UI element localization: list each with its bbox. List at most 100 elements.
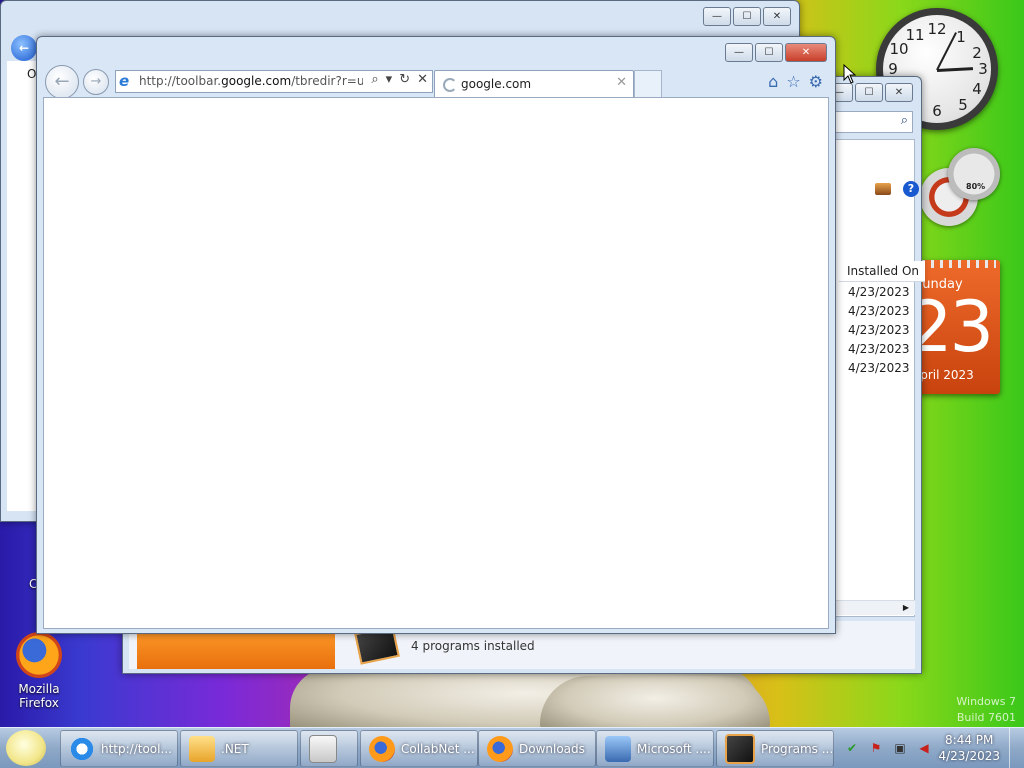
stop-icon[interactable]: ✕: [417, 72, 428, 87]
security-icon[interactable]: ✔: [844, 740, 860, 756]
taskbar-item-dotnet[interactable]: .NET: [180, 730, 298, 767]
search-icon[interactable]: ⌕: [371, 72, 378, 87]
loading-icon: [443, 78, 457, 92]
taskbar-item-label: CollabNet ...: [401, 741, 475, 756]
clock-date: 4/23/2023: [938, 749, 1000, 763]
taskbar-clock[interactable]: 8:44 PM 4/23/2023: [938, 732, 1000, 764]
clock-number: 1: [956, 28, 966, 46]
taskbar-item-programs[interactable]: Programs ...: [716, 730, 834, 767]
calendar-day: 23: [918, 286, 994, 368]
clock-number: 4: [972, 80, 982, 98]
forward-button[interactable]: →: [83, 69, 109, 95]
network-icon[interactable]: ▣: [892, 740, 908, 756]
details-banner: [137, 629, 335, 669]
mouse-cursor-icon: [843, 64, 857, 84]
volume-muted-icon[interactable]: ◀: [916, 740, 932, 756]
wallpaper-shape-2: [540, 676, 770, 732]
taskbar-item-collabnet[interactable]: CollabNet ...: [360, 730, 478, 767]
column-header-installed-on[interactable]: Installed On: [839, 261, 925, 282]
nav-buttons: ← →: [45, 65, 109, 99]
table-cell-date: 4/23/2023: [848, 285, 910, 299]
taskbar-item-label: Downloads: [519, 741, 585, 756]
minimize-button[interactable]: —: [703, 7, 731, 26]
calendar-month: April 2023: [918, 368, 974, 382]
refresh-icon[interactable]: ↻: [399, 72, 410, 87]
close-button[interactable]: ✕: [785, 43, 827, 62]
maximize-button[interactable]: ☐: [755, 43, 783, 62]
browser-toolbar-right: ⌂ ☆ ⚙: [768, 72, 823, 91]
tab-close-icon[interactable]: ✕: [616, 75, 627, 90]
taskbar-item-label: Microsoft ....: [637, 741, 711, 756]
taskbar-item-microsoft[interactable]: Microsoft ....: [596, 730, 714, 767]
tab-title: google.com: [461, 77, 532, 91]
address-tools: ⌕ ▾ ↻ ✕: [371, 72, 428, 87]
favorites-icon[interactable]: ☆: [786, 72, 800, 91]
taskbar-item-label: Programs ...: [761, 741, 834, 756]
start-button[interactable]: [6, 730, 46, 766]
status-text: 4 programs installed: [411, 639, 535, 653]
clock-hour-hand: [936, 67, 974, 72]
table-cell-date: 4/23/2023: [848, 342, 910, 356]
table-cell-date: 4/23/2023: [848, 361, 910, 375]
firefox-icon: [487, 735, 513, 762]
programs-toolbar: ?: [829, 173, 929, 205]
calendar-gadget[interactable]: Sunday 23 April 2023: [918, 260, 1000, 394]
media-player-icon: [309, 734, 337, 763]
browser-window[interactable]: — ☐ ✕ ← → e http://toolbar.google.com/tb…: [36, 36, 836, 634]
tab-google[interactable]: google.com ✕: [434, 70, 634, 97]
new-tab-button[interactable]: [634, 70, 662, 97]
desktop-icon-label: Mozilla Firefox: [18, 682, 60, 710]
back-arrow-icon[interactable]: ←: [11, 35, 37, 61]
clock-number: 3: [978, 60, 988, 78]
view-options-icon[interactable]: [875, 183, 891, 195]
clock-number: 11: [905, 26, 925, 44]
page-content[interactable]: [43, 97, 829, 629]
taskbar-item-downloads[interactable]: Downloads: [478, 730, 596, 767]
dropdown-icon[interactable]: ▾: [386, 72, 393, 87]
url-suffix: /tbredir?r=uin&: [291, 74, 363, 88]
control-panel-icon: [725, 733, 755, 764]
firefox-icon: [369, 735, 395, 762]
clock-number: 6: [932, 102, 942, 120]
action-center-icon[interactable]: ⚑: [868, 740, 884, 756]
minimize-button[interactable]: —: [725, 43, 753, 62]
home-icon[interactable]: ⌂: [768, 72, 778, 91]
watermark-line-2: Build 7601: [956, 711, 1016, 724]
taskbar-item-browser[interactable]: http://tool...: [60, 730, 178, 767]
help-icon[interactable]: ?: [903, 181, 919, 197]
address-bar[interactable]: e http://toolbar.google.com/tbredir?r=ui…: [115, 70, 433, 93]
taskbar-item-label: http://tool...: [101, 741, 172, 756]
desktop-icon-firefox[interactable]: Mozilla Firefox: [4, 632, 74, 710]
url-prefix: http://toolbar.: [139, 74, 222, 88]
cpu-meter-gadget[interactable]: 80%: [920, 148, 1000, 230]
clock-number: 5: [958, 96, 968, 114]
taskbar-item-label: .NET: [221, 741, 249, 756]
monitor-icon: [605, 735, 631, 762]
table-cell-date: 4/23/2023: [848, 304, 910, 318]
installed-dates: 4/23/2023 4/23/2023 4/23/2023 4/23/2023 …: [848, 285, 910, 380]
clock-number: 12: [927, 20, 947, 38]
url-domain: google.com: [221, 74, 292, 88]
memory-percent: 80%: [966, 182, 986, 191]
taskbar: http://tool... .NET CollabNet ... Downlo…: [0, 727, 1024, 768]
folder-icon: [189, 735, 215, 762]
show-desktop-button[interactable]: [1009, 728, 1024, 768]
table-cell-date: 4/23/2023: [848, 323, 910, 337]
back-button[interactable]: ←: [45, 65, 79, 99]
ie-page-icon: e: [119, 72, 130, 90]
horizontal-scrollbar[interactable]: ▶: [835, 600, 915, 615]
close-button[interactable]: ✕: [763, 7, 791, 26]
maximize-button[interactable]: ☐: [855, 83, 883, 102]
search-icon[interactable]: ⌕: [901, 113, 908, 128]
address-url[interactable]: http://toolbar.google.com/tbredir?r=uin&: [139, 74, 363, 88]
window-controls: — ☐ ✕: [703, 7, 791, 26]
clock-time: 8:44 PM: [945, 733, 994, 747]
maximize-button[interactable]: ☐: [733, 7, 761, 26]
gear-icon[interactable]: ⚙: [809, 72, 823, 91]
firefox-icon: [16, 632, 62, 678]
search-input[interactable]: s ⌕: [825, 111, 913, 133]
close-button[interactable]: ✕: [885, 83, 913, 102]
taskbar-item-media[interactable]: [300, 730, 358, 767]
memory-dial: [948, 148, 1000, 200]
ie-icon: [69, 735, 95, 762]
